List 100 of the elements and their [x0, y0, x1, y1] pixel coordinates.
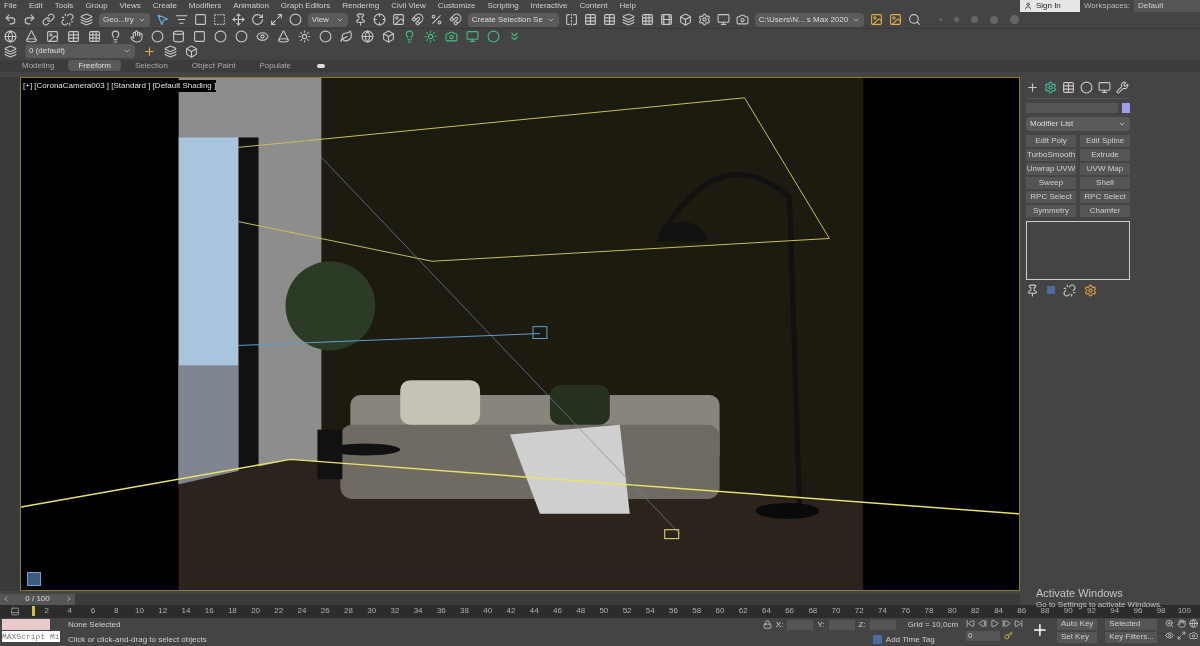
modify-tab-icon[interactable]	[1044, 80, 1057, 94]
go-to-end-icon[interactable]	[1014, 619, 1024, 628]
auto-key-button[interactable]: Auto Key	[1056, 619, 1098, 630]
eye-icon[interactable]	[256, 29, 269, 43]
render-icon[interactable]	[735, 13, 749, 27]
rectangle-icon[interactable]	[193, 29, 206, 43]
set-key-button[interactable]: Set Key	[1056, 632, 1098, 643]
workspace-dropdown[interactable]: Default	[1134, 0, 1200, 12]
layers-icon[interactable]	[80, 13, 93, 27]
sphere-icon[interactable]	[319, 29, 332, 43]
undo-icon[interactable]	[4, 13, 17, 27]
scale-icon[interactable]	[269, 13, 283, 27]
go-to-start-icon[interactable]	[966, 619, 976, 628]
color-swatch[interactable]	[1122, 102, 1130, 113]
snap-icon[interactable]	[410, 13, 424, 27]
percent-icon[interactable]	[429, 13, 443, 27]
select-layer-icon[interactable]	[185, 44, 198, 58]
scene-icon[interactable]	[889, 13, 903, 27]
frame-window-icon[interactable]	[716, 13, 730, 27]
maxscript-field[interactable]: MAXScript Mi	[2, 631, 60, 642]
add-layer-icon[interactable]	[143, 44, 156, 58]
display-tab-icon[interactable]	[1098, 80, 1111, 94]
select-icon[interactable]	[155, 13, 169, 27]
menu-item[interactable]: Scripting	[487, 2, 519, 10]
modifier-button[interactable]: Sweep	[1026, 176, 1076, 189]
mirror-icon[interactable]	[564, 13, 578, 27]
next-frame-icon[interactable]	[1002, 619, 1012, 628]
hierarchy-tab-icon[interactable]	[1062, 80, 1075, 94]
selection-filter-dropdown[interactable]: Geo...try	[99, 13, 150, 27]
previous-frame-icon[interactable]	[978, 619, 988, 628]
modifier-button[interactable]: UVW Map	[1080, 162, 1130, 175]
rotate-icon[interactable]	[250, 13, 264, 27]
rectangle-icon[interactable]	[193, 13, 207, 27]
menu-item[interactable]: Civil View	[391, 2, 426, 10]
orbit-icon[interactable]	[1189, 619, 1199, 628]
star-icon[interactable]	[424, 29, 437, 43]
time-slider-thumb[interactable]: 0 / 100	[0, 593, 75, 605]
modifier-button[interactable]: Symmetry	[1026, 204, 1076, 217]
menu-item[interactable]: Create	[152, 2, 177, 10]
menu-item[interactable]: Group	[85, 2, 108, 10]
unique-icon[interactable]	[1063, 283, 1076, 297]
box-icon[interactable]	[382, 29, 395, 43]
sun-icon[interactable]	[298, 29, 311, 43]
menu-item[interactable]: Interactive	[530, 2, 568, 10]
leaf-icon[interactable]	[340, 29, 353, 43]
ribbon-tab[interactable]: Freeform	[68, 60, 121, 72]
move-icon[interactable]	[231, 13, 245, 27]
modifier-list-dropdown[interactable]: Modifier List	[1026, 116, 1130, 131]
viewport[interactable]: [+] [CoronaCamera003 ] [Standard ] [Default Shading ]	[20, 76, 1020, 591]
selection-set-dropdown[interactable]: Create Selection Se	[467, 13, 559, 27]
list-icon[interactable]	[174, 13, 188, 27]
menu-item[interactable]: File	[4, 2, 17, 10]
unlink-icon[interactable]	[61, 13, 74, 27]
camera-icon[interactable]	[445, 29, 458, 43]
layer-manager-icon[interactable]	[4, 44, 17, 58]
modifier-button[interactable]: Shell	[1080, 176, 1130, 189]
ribbon-tab[interactable]: Selection	[124, 60, 178, 72]
motion-tab-icon[interactable]	[1080, 80, 1093, 94]
play-icon[interactable]	[990, 619, 1000, 628]
frame-field[interactable]: 0	[966, 631, 1001, 641]
search-icon[interactable]	[908, 13, 922, 27]
bulb-icon[interactable]	[403, 29, 416, 43]
maximize-icon[interactable]	[1177, 631, 1187, 640]
pan-icon[interactable]	[1177, 619, 1187, 628]
menu-item[interactable]: Graph Editors	[280, 2, 331, 10]
globe-icon[interactable]	[4, 29, 17, 43]
sign-in-button[interactable]: Sign In	[1019, 0, 1080, 12]
menu-item[interactable]: Tools	[54, 2, 74, 10]
grid-icon[interactable]	[640, 13, 654, 27]
modifier-button[interactable]: Extrude	[1080, 148, 1130, 161]
image-icon[interactable]	[391, 13, 405, 27]
camera-icon[interactable]	[1189, 631, 1199, 640]
modifier-button[interactable]: RPC Select	[1080, 190, 1130, 203]
configure-icon[interactable]	[1084, 283, 1097, 297]
monitor-icon[interactable]	[466, 29, 479, 43]
layer-dropdown[interactable]: 0 (default)	[25, 44, 135, 59]
coordinate-dropdown[interactable]: View	[307, 13, 348, 27]
modifier-button[interactable]: Chamfer	[1080, 204, 1130, 217]
menu-item[interactable]: Content	[579, 2, 608, 10]
layers-icon[interactable]	[621, 13, 635, 27]
modifier-button[interactable]: Edit Poly	[1026, 134, 1076, 147]
cone-icon[interactable]	[277, 29, 290, 43]
menu-item[interactable]: Customize	[437, 2, 476, 10]
lock-icon[interactable]	[762, 620, 772, 630]
add-time-tag-button[interactable]: Add Time Tag	[885, 634, 935, 646]
ribbon-tab[interactable]: Modeling	[12, 60, 65, 72]
hand-icon[interactable]	[130, 29, 143, 43]
utilities-tab-icon[interactable]	[1116, 80, 1129, 94]
menu-item[interactable]: Rendering	[342, 2, 380, 10]
layer-icon[interactable]	[164, 44, 177, 58]
crosshair-icon[interactable]	[372, 13, 386, 27]
key-filters-button[interactable]: Key Filters...	[1105, 632, 1158, 643]
globe-icon[interactable]	[361, 29, 374, 43]
modifier-button[interactable]: RPC Select	[1026, 190, 1076, 203]
render-setup-icon[interactable]	[697, 13, 711, 27]
ribbon-tab[interactable]: Populate	[249, 60, 301, 72]
zoom-icon[interactable]	[1165, 619, 1175, 628]
modifier-button[interactable]: Unwrap UVW	[1026, 162, 1076, 175]
menu-item[interactable]: Views	[119, 2, 141, 10]
project-path-dropdown[interactable]: C:\Users\N... s Max 2020	[754, 13, 865, 27]
